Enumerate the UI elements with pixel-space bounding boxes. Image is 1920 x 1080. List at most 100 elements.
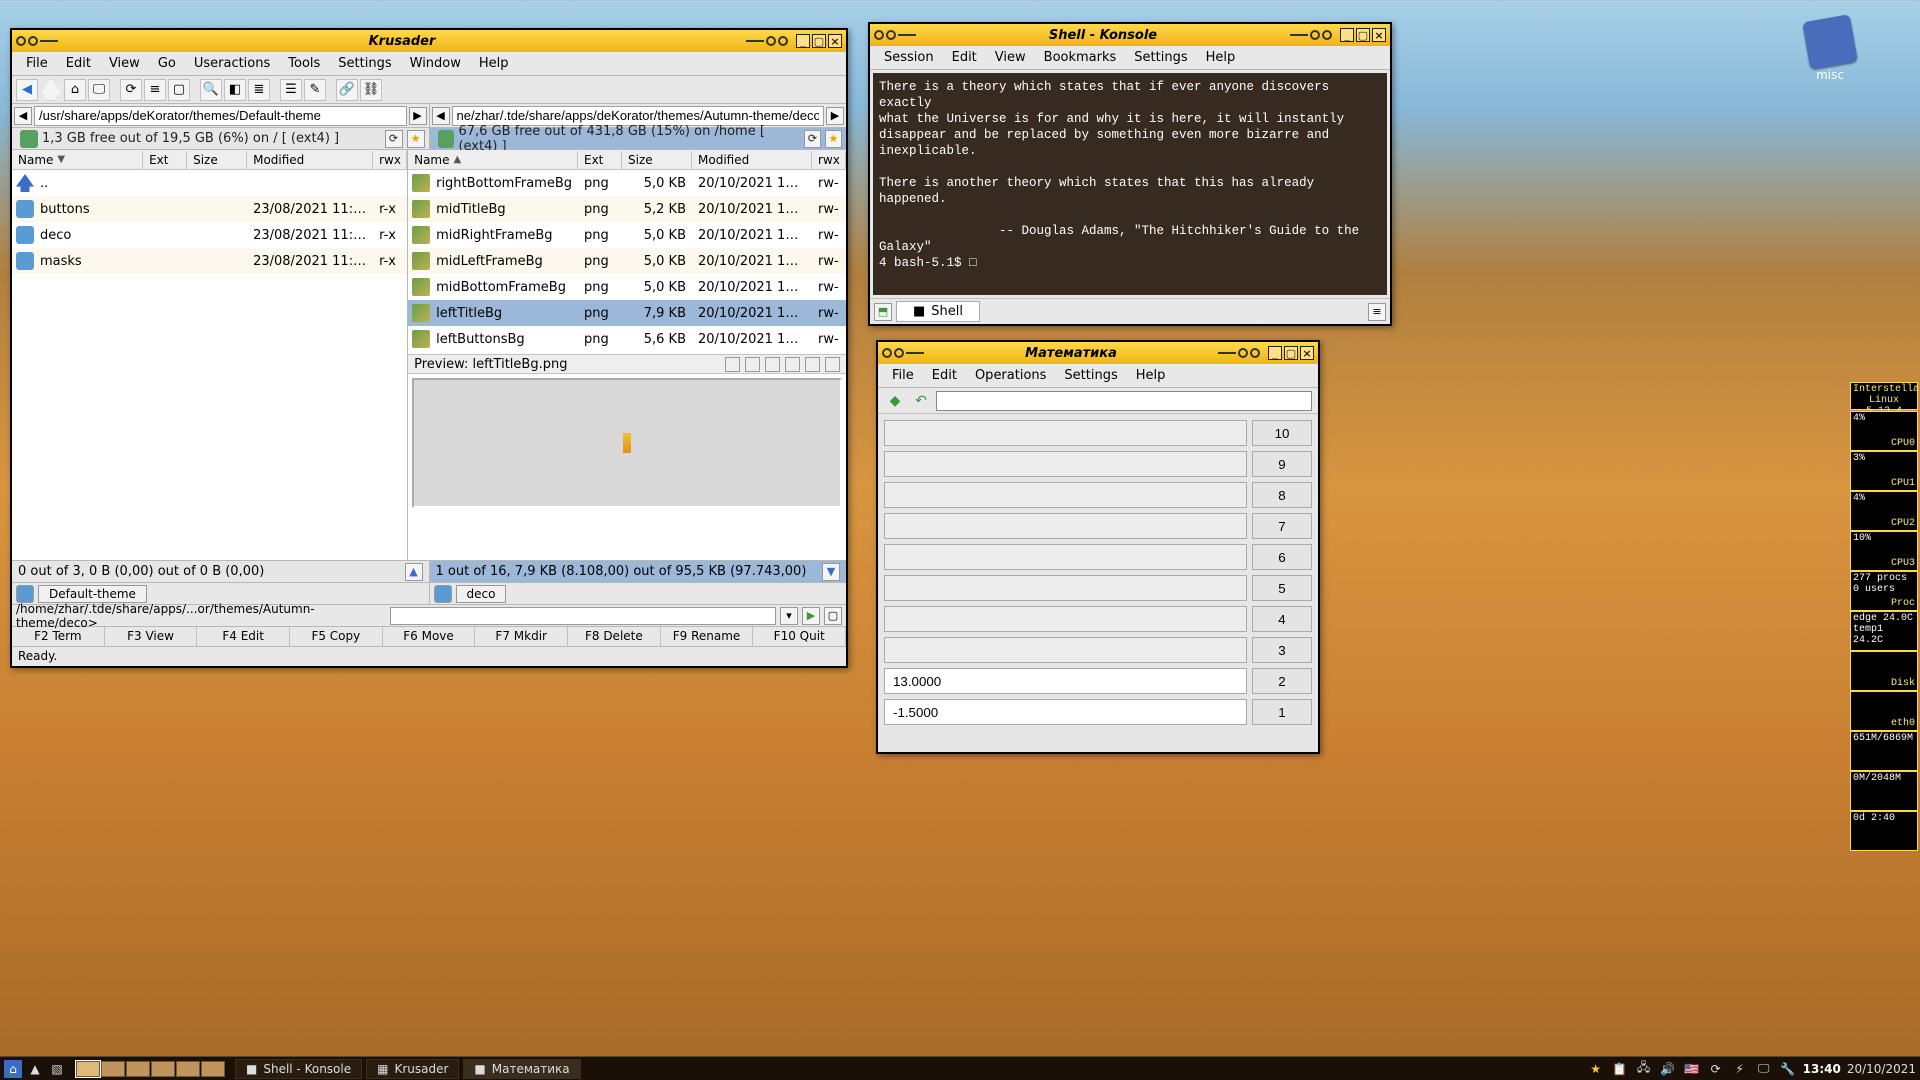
- new-tab-icon[interactable]: ⬒: [874, 303, 892, 321]
- menu-useractions[interactable]: Useractions: [186, 53, 278, 74]
- workspace-5[interactable]: [176, 1061, 200, 1077]
- f2-button[interactable]: F2 Term: [12, 627, 105, 646]
- preview-btn[interactable]: [805, 357, 820, 372]
- stack-value[interactable]: [884, 699, 1247, 725]
- menu-window[interactable]: Window: [402, 53, 469, 74]
- root-icon[interactable]: 🖵: [88, 79, 110, 101]
- menu-file[interactable]: File: [884, 365, 922, 386]
- table-row[interactable]: midRightFrameBg png 5,0 KB 20/10/2021 12…: [408, 222, 846, 248]
- table-row[interactable]: deco 23/08/2021 11:30 r-x: [12, 222, 407, 248]
- history-icon[interactable]: ◀: [14, 107, 32, 125]
- stack-value[interactable]: [884, 606, 1247, 632]
- col-name[interactable]: Name ▲: [408, 151, 578, 169]
- stack-level-button[interactable]: 7: [1252, 513, 1312, 539]
- col-size[interactable]: Size: [622, 151, 692, 169]
- task-button[interactable]: ▦Krusader: [366, 1059, 459, 1079]
- edit-icon[interactable]: ✎: [304, 79, 326, 101]
- diff-icon[interactable]: ◧: [224, 79, 246, 101]
- col-rwx[interactable]: rwx: [812, 151, 846, 169]
- terminal-icon[interactable]: ▢: [168, 79, 190, 101]
- konsole-tab[interactable]: ■Shell: [896, 301, 980, 322]
- table-row[interactable]: ..: [12, 170, 407, 196]
- workspace-2[interactable]: [101, 1061, 125, 1077]
- menu-settings[interactable]: Settings: [1056, 365, 1125, 386]
- go-icon[interactable]: ▶: [409, 107, 427, 125]
- table-row[interactable]: masks 23/08/2021 11:30 r-x: [12, 248, 407, 274]
- stack-value[interactable]: [884, 637, 1247, 663]
- stack-level-button[interactable]: 2: [1252, 668, 1312, 694]
- taskbar-icon[interactable]: ▲: [26, 1060, 44, 1078]
- taskbar-icon[interactable]: ▧: [48, 1060, 66, 1078]
- refresh-icon[interactable]: ⟳: [804, 130, 821, 148]
- clock-time[interactable]: 13:40: [1803, 1062, 1841, 1076]
- menu-settings[interactable]: Settings: [330, 53, 399, 74]
- col-ext[interactable]: Ext: [578, 151, 622, 169]
- breadcrumb[interactable]: /home/zhar/.tde/share/apps/...or/themes/…: [16, 602, 386, 630]
- file-list[interactable]: .. buttons 23/08/2021 11:30 r-x deco 23/…: [12, 170, 407, 560]
- tray-clipboard-icon[interactable]: 📋: [1611, 1060, 1629, 1078]
- menu-edit[interactable]: Edit: [944, 47, 985, 68]
- pager[interactable]: [76, 1061, 225, 1077]
- home-icon[interactable]: ⌂: [64, 79, 86, 101]
- left-path-input[interactable]: [34, 106, 407, 126]
- tab-menu-icon[interactable]: ≡: [1368, 303, 1386, 321]
- star-icon[interactable]: ★: [407, 130, 425, 148]
- stack-level-button[interactable]: 8: [1252, 482, 1312, 508]
- run-icon[interactable]: ▶: [802, 607, 820, 625]
- tray-battery-icon[interactable]: ⚡: [1731, 1060, 1749, 1078]
- column-headers[interactable]: Name ▼ Ext Size Modified rwx: [12, 150, 407, 170]
- menu-file[interactable]: File: [18, 53, 56, 74]
- f7-button[interactable]: F7 Mkdir: [475, 627, 568, 646]
- col-modified[interactable]: Modified: [692, 151, 812, 169]
- back-icon[interactable]: ◀: [16, 79, 38, 101]
- stack-value[interactable]: [884, 575, 1247, 601]
- scroll-icon[interactable]: ▲: [405, 563, 423, 581]
- stack-value[interactable]: [884, 420, 1247, 446]
- clock-date[interactable]: 20/10/2021: [1847, 1062, 1916, 1076]
- stack-value[interactable]: [884, 668, 1247, 694]
- terminal-icon[interactable]: ▢: [824, 607, 842, 625]
- task-button[interactable]: ■Shell - Konsole: [235, 1059, 362, 1079]
- tray-monitor-icon[interactable]: 🔧: [1779, 1060, 1797, 1078]
- desktop-icon[interactable]: misc: [1802, 18, 1858, 82]
- sync-icon[interactable]: ≡: [144, 79, 166, 101]
- f9-button[interactable]: F9 Rename: [661, 627, 754, 646]
- up-icon[interactable]: [40, 79, 62, 101]
- menu-operations[interactable]: Operations: [967, 365, 1054, 386]
- menu-settings[interactable]: Settings: [1126, 47, 1195, 68]
- terminal[interactable]: There is a theory which states that if e…: [873, 73, 1387, 295]
- tray-display-icon[interactable]: 🖵: [1755, 1060, 1773, 1078]
- menu-edit[interactable]: Edit: [924, 365, 965, 386]
- workspace-3[interactable]: [126, 1061, 150, 1077]
- stack-value[interactable]: [884, 513, 1247, 539]
- minimize-icon[interactable]: _: [1268, 346, 1282, 360]
- tray-star-icon[interactable]: ★: [1587, 1060, 1605, 1078]
- dropdown-icon[interactable]: ▾: [780, 607, 798, 625]
- queue-icon[interactable]: ≣: [248, 79, 270, 101]
- menu-edit[interactable]: Edit: [58, 53, 99, 74]
- undo-icon[interactable]: ↶: [910, 390, 932, 412]
- compare-icon[interactable]: 🔍: [200, 79, 222, 101]
- history-icon[interactable]: ◀: [432, 107, 450, 125]
- col-rwx[interactable]: rwx: [373, 151, 407, 169]
- go-icon[interactable]: ▶: [826, 107, 844, 125]
- tray-volume-icon[interactable]: 🔊: [1659, 1060, 1677, 1078]
- minimize-icon[interactable]: _: [1340, 28, 1354, 42]
- f5-button[interactable]: F5 Copy: [290, 627, 383, 646]
- col-modified[interactable]: Modified: [247, 151, 373, 169]
- table-row[interactable]: leftButtonsBg png 5,6 KB 20/10/2021 12:.…: [408, 326, 846, 352]
- column-headers[interactable]: Name ▲ Ext Size Modified rwx: [408, 150, 846, 170]
- math-input[interactable]: [936, 391, 1312, 411]
- table-row[interactable]: midTitleBg png 5,2 KB 20/10/2021 12:.. r…: [408, 196, 846, 222]
- titlebar[interactable]: Krusader _ ▢ ×: [12, 30, 846, 52]
- star-icon[interactable]: ★: [825, 130, 842, 148]
- menu-view[interactable]: View: [987, 47, 1034, 68]
- connect-icon[interactable]: 🔗: [336, 79, 358, 101]
- preview-btn[interactable]: [825, 357, 840, 372]
- tray-update-icon[interactable]: ⟳: [1707, 1060, 1725, 1078]
- table-row[interactable]: midLeftFrameBg png 5,0 KB 20/10/2021 12:…: [408, 248, 846, 274]
- enter-icon[interactable]: ◆: [884, 390, 906, 412]
- menu-help[interactable]: Help: [1128, 365, 1174, 386]
- maximize-icon[interactable]: ▢: [1356, 28, 1370, 42]
- right-tab[interactable]: deco: [456, 585, 507, 603]
